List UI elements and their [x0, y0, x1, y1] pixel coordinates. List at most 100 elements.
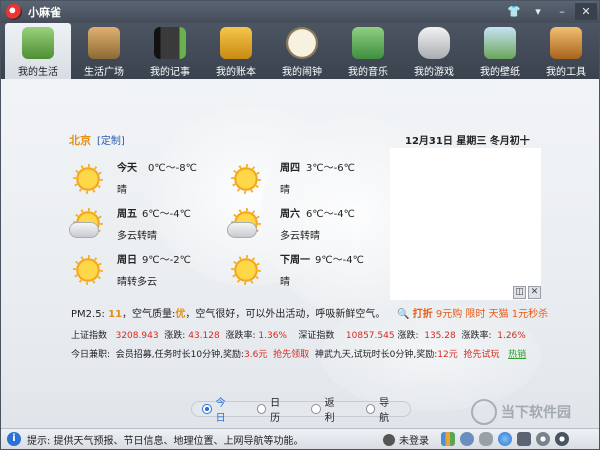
day-name: 周五: [117, 209, 137, 220]
window-controls: 👕 ▾ – ✕: [503, 3, 597, 20]
stock-line: 上证指数 3208.943 涨跌: 43.128 涨跌率: 1.36% 深证指数…: [71, 328, 526, 341]
customize-link[interactable]: [定制]: [97, 132, 125, 147]
toolbar-item-my-ledger[interactable]: 我的账本: [203, 23, 269, 79]
air-quality-line: PM2.5: 11，空气质量:优，空气很好，可以外出活动，呼吸新鲜空气。: [71, 305, 385, 320]
pm-value: 11: [108, 309, 123, 320]
toolbar-item-my-wallpaper[interactable]: 我的壁纸: [467, 23, 533, 79]
toolbar-item-my-notes[interactable]: 我的记事: [137, 23, 203, 79]
claim-link[interactable]: 抢先领取: [273, 350, 309, 360]
sun-icon: [73, 164, 103, 194]
day-desc: 晴转多云: [117, 277, 157, 288]
radio-icon: [256, 404, 267, 414]
tab-today[interactable]: 今日: [202, 394, 235, 424]
sh-index-label: 上证指数: [71, 331, 108, 341]
day-name: 下周一: [280, 255, 310, 266]
day-name: 周六: [280, 209, 300, 220]
hot-link[interactable]: 热销: [508, 350, 526, 360]
user-icon: [383, 433, 395, 446]
tab-label: 导航: [379, 398, 390, 424]
radio-icon: [365, 404, 376, 414]
day-desc: 晴: [280, 277, 290, 288]
tab-calendar[interactable]: 日历: [256, 394, 290, 424]
sh-index-value: 3208.943: [115, 331, 159, 341]
panel-toggle-icon[interactable]: ◫: [513, 286, 526, 299]
app-window: 小麻雀 👕 ▾ – ✕ 我的生活 生活广场 我的记事 我的账本 我的闹钟 我的音…: [0, 0, 600, 450]
day-name: 今天: [117, 163, 137, 174]
music-icon: [352, 27, 384, 59]
tools-icon: [550, 27, 582, 59]
money-book-icon: [220, 27, 252, 59]
bottom-tab-bar: 今日 日历 返利 导航: [191, 398, 411, 424]
globe-icon[interactable]: [498, 432, 512, 446]
download-logo-icon: [471, 399, 497, 425]
gear-icon[interactable]: [555, 432, 569, 446]
toolbar-item-my-alarm[interactable]: 我的闹钟: [269, 23, 335, 79]
chart-icon[interactable]: [441, 432, 455, 446]
minimize-icon[interactable]: –: [551, 3, 573, 20]
tab-navigation[interactable]: 导航: [365, 394, 399, 424]
gamepad-icon[interactable]: [479, 432, 493, 446]
sun-icon: [231, 255, 261, 285]
day-temp: 0℃～-8℃: [148, 163, 197, 174]
notebook-icon: [154, 27, 186, 59]
app-title: 小麻雀: [28, 6, 61, 19]
parttime-item: 神武九天,试玩时长0分钟,奖励:: [314, 350, 438, 360]
tab-label: 今日: [215, 398, 226, 424]
sz-rate-value: 1.26%: [497, 331, 526, 341]
sh-change-value: 43.128: [188, 331, 220, 341]
promo-text[interactable]: 9元购 限时 天猫 1元秒杀: [436, 309, 548, 320]
promo-tag[interactable]: 打折: [413, 309, 433, 320]
login-button[interactable]: 未登录: [383, 432, 429, 447]
air-advice: ，空气很好，可以外出活动，呼吸新鲜空气。: [185, 309, 386, 320]
sz-index-value: 10857.545: [345, 331, 395, 341]
menu-icon[interactable]: ▾: [527, 3, 549, 20]
day-temp: 9℃～-4℃: [315, 255, 364, 266]
day-temp: 3℃～-6℃: [306, 163, 355, 174]
parttime-line: 今日兼职: 会员招募,任务时长10分钟,奖励:3.6元 抢先领取 神武九天,试玩…: [71, 347, 526, 360]
city-name: 北京: [69, 134, 91, 147]
air-quality-label: ，空气质量:: [122, 309, 176, 320]
day-name: 周日: [117, 255, 137, 266]
sh-rate-label: 涨跌率:: [225, 331, 256, 341]
day-desc: 晴: [280, 185, 290, 196]
sz-change-value: 135.28: [424, 331, 456, 341]
house-icon: [22, 27, 54, 59]
radio-icon: [202, 404, 212, 414]
parttime-item: 会员招募,任务时长10分钟,奖励:: [115, 350, 244, 360]
toolbar-item-my-games[interactable]: 我的游戏: [401, 23, 467, 79]
search-icon: 🔍: [397, 309, 410, 320]
shield-icon[interactable]: [517, 432, 531, 446]
pm-label: PM2.5:: [71, 309, 105, 320]
skin-icon[interactable]: 👕: [503, 3, 525, 20]
trial-link[interactable]: 抢先试玩: [463, 350, 499, 360]
toolbar-item-my-life[interactable]: 我的生活: [5, 23, 71, 79]
panel-close-icon[interactable]: ✕: [528, 286, 541, 299]
sz-change-label: 涨跌:: [397, 331, 419, 341]
day-temp: 9℃～-2℃: [142, 255, 191, 266]
radio-icon: [311, 404, 321, 414]
air-quality-value: 优: [175, 309, 186, 320]
ad-panel[interactable]: [390, 148, 541, 300]
app-logo-icon: [6, 4, 22, 20]
toolbar-item-my-music[interactable]: 我的音乐: [335, 23, 401, 79]
day-desc: 多云转晴: [117, 231, 157, 242]
gamepad-icon: [418, 27, 450, 59]
close-icon[interactable]: ✕: [575, 3, 597, 20]
toolbar-item-my-tools[interactable]: 我的工具: [533, 23, 599, 79]
sz-index-label: 深证指数: [298, 331, 335, 341]
sh-rate-value: 1.36%: [258, 331, 287, 341]
parttime-reward: 12元: [437, 350, 458, 360]
toolbar-item-life-plaza[interactable]: 生活广场: [71, 23, 137, 79]
date-display: 12月31日 星期三 冬月初十: [405, 136, 530, 147]
sh-change-label: 涨跌:: [164, 331, 186, 341]
promo-line[interactable]: 🔍 打折 9元购 限时 天猫 1元秒杀: [397, 305, 548, 320]
tab-label: 日历: [270, 398, 281, 424]
watermark-text: 当下软件园: [501, 405, 571, 421]
settings-icon[interactable]: [536, 432, 550, 446]
tab-rebate[interactable]: 返利: [311, 394, 344, 424]
village-icon: [88, 27, 120, 59]
parttime-label: 今日兼职:: [71, 350, 111, 360]
day-desc: 晴: [117, 185, 127, 196]
users-icon[interactable]: [460, 432, 474, 446]
watermark: 当下软件园: [471, 399, 591, 427]
